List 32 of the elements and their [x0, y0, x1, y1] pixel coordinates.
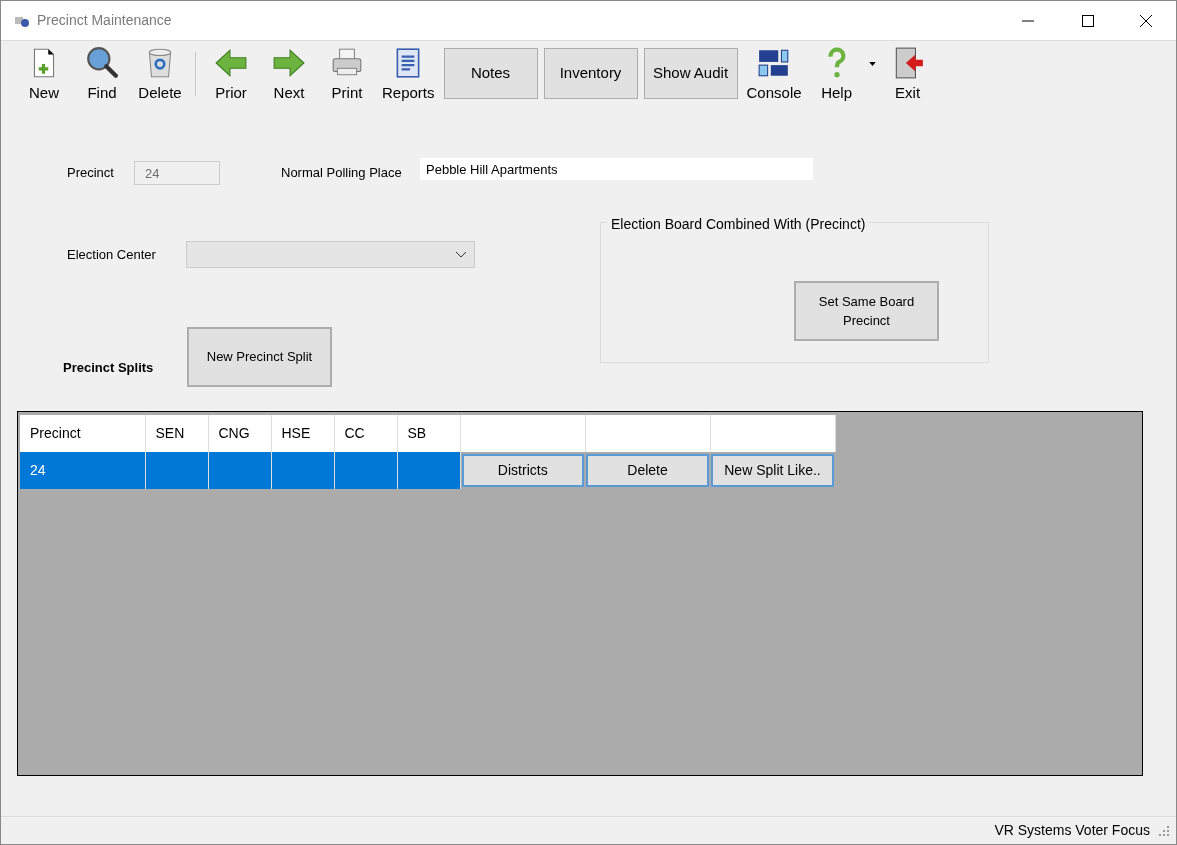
- toolbar-button[interactable]: Exit: [878, 45, 937, 102]
- grid-action-button[interactable]: New Split Like..: [711, 454, 834, 487]
- toolbar-button[interactable]: Prior: [202, 45, 260, 102]
- toolbar-button[interactable]: Find: [73, 45, 131, 102]
- resize-grip-icon[interactable]: [1158, 824, 1170, 837]
- toolbar-button[interactable]: Inventory: [543, 48, 638, 99]
- toolbar-button[interactable]: Show Audit: [643, 48, 738, 99]
- field-label: Normal Polling Place: [281, 164, 402, 183]
- field-label: Election Center: [67, 245, 157, 264]
- close-icon[interactable]: [1140, 14, 1152, 27]
- toolbar-button[interactable]: Delete: [131, 45, 189, 102]
- grid-action-button[interactable]: Districts: [461, 454, 584, 487]
- toolbar-button[interactable]: New: [15, 45, 73, 102]
- section-heading: Precinct Splits: [63, 359, 155, 378]
- toolbar-button[interactable]: Notes: [443, 48, 538, 99]
- status-text: VR Systems Voter Focus: [994, 821, 1150, 840]
- grid-action-button[interactable]: Delete: [586, 454, 709, 487]
- window-title: Precinct Maintenance: [37, 11, 172, 30]
- chevron-down-icon: [456, 251, 466, 258]
- set-same-board-button[interactable]: Set Same Board Precinct: [794, 281, 939, 341]
- field-label: Precinct: [67, 164, 115, 183]
- toolbar-button[interactable]: Help: [807, 45, 866, 102]
- table-cell: 24: [20, 452, 145, 489]
- toolbar-button[interactable]: Console: [740, 45, 808, 102]
- new-split-button[interactable]: New Precinct Split: [187, 327, 332, 387]
- toolbar-button[interactable]: Print: [318, 45, 376, 102]
- polling-place-field[interactable]: Pebble Hill Apartments: [420, 158, 813, 180]
- toolbar-button[interactable]: Reports: [376, 45, 441, 102]
- maximize-icon[interactable]: [1082, 14, 1094, 27]
- toolbar-button[interactable]: Next: [260, 45, 318, 102]
- search-icon: [85, 45, 119, 80]
- dropdown-caret-icon[interactable]: [868, 61, 876, 66]
